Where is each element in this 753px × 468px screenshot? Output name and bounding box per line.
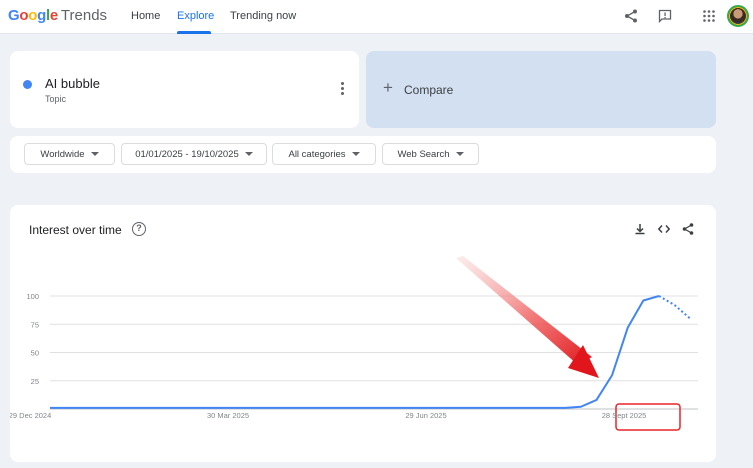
- search-term-card[interactable]: AI bubble Topic: [10, 51, 359, 128]
- x-tick-label: 30 Mar 2025: [207, 411, 249, 420]
- interest-chart: 100 75 50 25 29 Dec 2024 30 Mar 2025 29 Jun 20…: [10, 256, 698, 431]
- annotation-arrow-shaft: [456, 256, 592, 365]
- share-icon[interactable]: [623, 8, 639, 24]
- more-options-icon[interactable]: [337, 82, 347, 96]
- caret-down-icon: [351, 152, 360, 156]
- y-tick-label: 25: [31, 377, 39, 386]
- date-range-filter[interactable]: 01/01/2025 - 19/10/2025: [121, 143, 267, 165]
- series-line-partial: [658, 295, 691, 320]
- logo-google-wordmark: Google: [8, 7, 58, 24]
- search-term-type: Topic: [45, 94, 67, 104]
- x-tick-label: 29 Jun 2025: [405, 411, 446, 420]
- term-color-dot: [23, 80, 32, 89]
- compare-card[interactable]: + Compare: [366, 51, 716, 128]
- nav-home[interactable]: Home: [131, 10, 160, 22]
- feedback-icon[interactable]: [657, 8, 673, 24]
- account-avatar[interactable]: [727, 5, 749, 27]
- nav-active-indicator: [177, 31, 211, 34]
- date-range-filter-label: 01/01/2025 - 19/10/2025: [135, 148, 239, 160]
- caret-down-icon: [244, 152, 253, 156]
- search-type-filter[interactable]: Web Search: [382, 143, 479, 165]
- y-tick-label: 50: [31, 349, 39, 358]
- caret-down-icon: [455, 152, 464, 156]
- x-tick-label: 29 Dec 2024: [10, 411, 51, 420]
- nav-trending-now[interactable]: Trending now: [230, 10, 296, 22]
- plus-icon: +: [383, 78, 393, 97]
- apps-grid-icon[interactable]: [701, 8, 717, 24]
- google-trends-logo[interactable]: Google Trends: [8, 7, 107, 24]
- caret-down-icon: [90, 152, 99, 156]
- y-tick-label: 100: [26, 292, 39, 301]
- nav-explore[interactable]: Explore: [177, 10, 214, 22]
- filter-bar: Worldwide 01/01/2025 - 19/10/2025 All ca…: [10, 136, 716, 173]
- category-filter[interactable]: All categories: [272, 143, 376, 165]
- region-filter[interactable]: Worldwide: [24, 143, 115, 165]
- logo-trends-text: Trends: [60, 7, 108, 24]
- interest-over-time-card: Interest over time ? 100 75 50 25 29 Dec 202…: [10, 205, 716, 462]
- category-filter-label: All categories: [288, 148, 346, 160]
- region-filter-label: Worldwide: [40, 148, 85, 160]
- x-tick-label: 28 Sept 2025: [602, 411, 647, 420]
- compare-label: Compare: [404, 83, 454, 97]
- search-type-filter-label: Web Search: [397, 148, 450, 160]
- top-app-bar: Google Trends Home Explore Trending now: [0, 0, 753, 34]
- y-tick-label: 75: [31, 320, 39, 329]
- search-term-title: AI bubble: [45, 76, 100, 91]
